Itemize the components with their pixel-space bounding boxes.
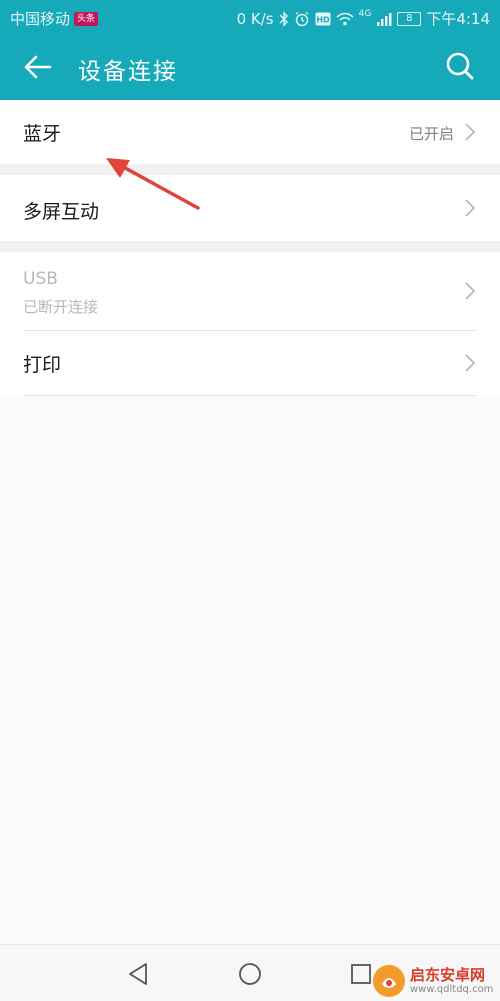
print-label: 打印 — [23, 354, 62, 376]
network-type: 4G — [358, 8, 372, 19]
carrier-name: 中国移动 — [10, 10, 71, 28]
multi-screen-label: 多屏互动 — [23, 201, 100, 223]
bluetooth-icon — [279, 10, 288, 27]
wifi-icon — [336, 12, 354, 25]
chevron-right-icon — [465, 282, 476, 300]
usb-status: 已断开连接 — [23, 298, 99, 316]
watermark-text: 启东安卓网 www.qdltdq.com — [410, 965, 494, 995]
settings-group-multi-screen: 多屏互动 — [0, 175, 500, 241]
annotation-arrow-icon — [106, 158, 200, 210]
bluetooth-status: 已开启 — [408, 125, 454, 143]
back-arrow-icon — [24, 55, 52, 79]
settings-group-connections: USB 已断开连接 打印 — [0, 252, 500, 396]
status-bar-right: 0 K/s HD 4G 8 下午4:14 — [237, 8, 490, 29]
section-separator — [0, 241, 500, 252]
search-icon — [446, 52, 474, 80]
svg-text:HD: HD — [316, 15, 330, 24]
nav-back-button[interactable] — [124, 959, 154, 989]
watermark-name: 启东安卓网 — [410, 965, 486, 984]
clock: 下午4:14 — [426, 10, 490, 28]
chevron-right-icon — [465, 199, 476, 217]
circle-home-icon — [239, 963, 261, 985]
usb-row[interactable]: USB 已断开连接 — [0, 252, 500, 330]
chevron-right-icon — [465, 123, 476, 141]
usb-label: USB — [23, 269, 58, 289]
chevron-right-icon — [465, 354, 476, 372]
watermark-logo-icon — [373, 965, 405, 997]
carrier-badge: 头条 — [74, 11, 99, 26]
signal-icon — [377, 12, 392, 26]
search-button[interactable] — [442, 48, 478, 84]
bluetooth-row[interactable]: 蓝牙 已开启 — [0, 100, 500, 164]
status-bar: 中国移动 头条 0 K/s HD 4G 8 下午4:14 — [0, 0, 500, 34]
nav-home-button[interactable] — [235, 959, 265, 989]
hd-icon: HD — [315, 12, 331, 25]
network-speed: 0 K/s — [236, 9, 274, 28]
triangle-back-icon — [129, 963, 147, 985]
settings-group-bluetooth: 蓝牙 已开启 — [0, 100, 500, 164]
page-title: 设备连接 — [78, 59, 178, 85]
print-row[interactable]: 打印 — [0, 331, 500, 395]
alarm-icon — [295, 11, 308, 26]
header: 中国移动 头条 0 K/s HD 4G 8 下午4:14 设备连接 — [0, 0, 500, 100]
row-divider — [23, 395, 477, 396]
multi-screen-row[interactable]: 多屏互动 — [0, 175, 500, 241]
bluetooth-label: 蓝牙 — [23, 123, 62, 145]
back-button[interactable] — [18, 50, 58, 84]
status-bar-left: 中国移动 头条 — [10, 8, 99, 29]
watermark-url: www.qdltdq.com — [410, 983, 494, 995]
battery-icon: 8 — [397, 11, 422, 26]
app-bar: 设备连接 — [0, 34, 500, 100]
watermark: 启东安卓网 www.qdltdq.com — [372, 962, 500, 1000]
section-separator — [0, 164, 500, 175]
